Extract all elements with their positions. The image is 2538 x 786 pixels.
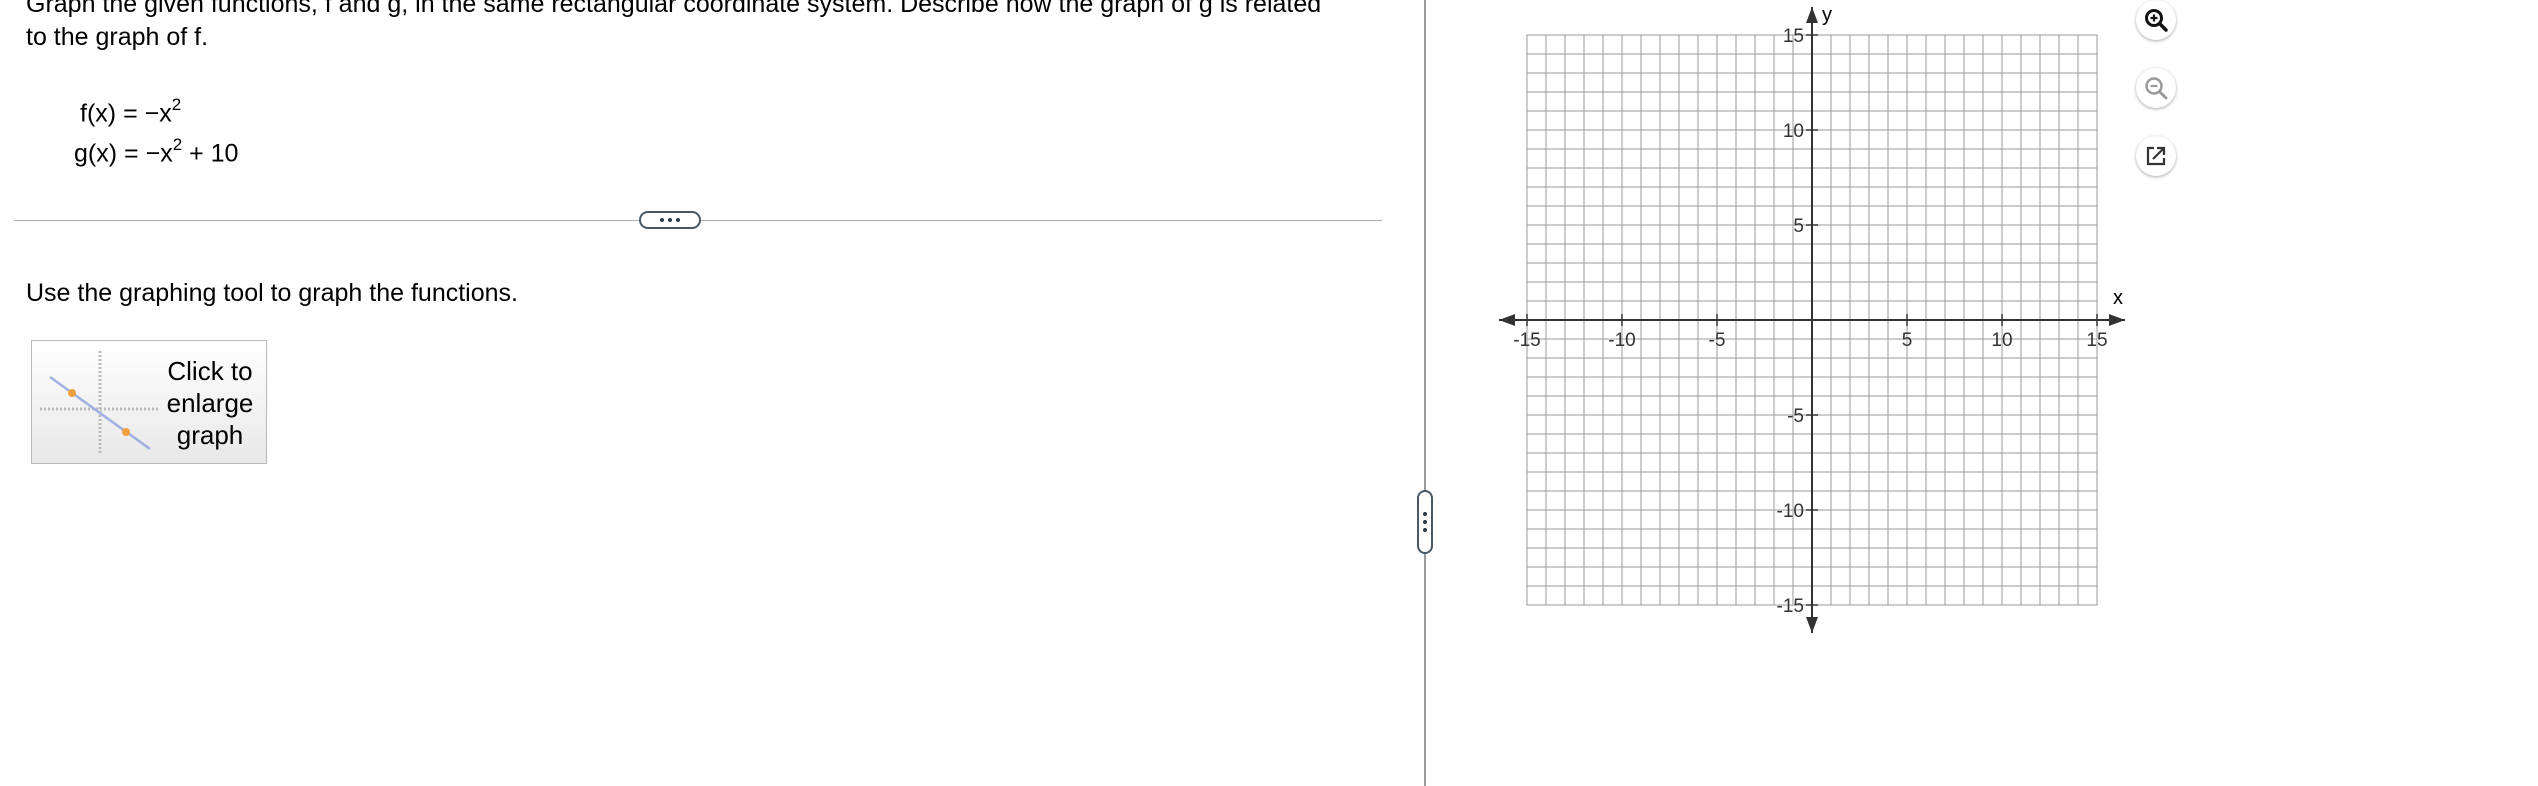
x-tick-label: 10: [1991, 330, 2012, 351]
function-g-var: x: [160, 139, 173, 168]
function-f-exponent: 2: [171, 95, 182, 114]
pane-splitter: [1424, 0, 1426, 786]
function-f-var: x: [159, 99, 172, 128]
function-g-exponent: 2: [172, 135, 183, 154]
function-f-equals: =: [123, 99, 138, 128]
pane-splitter-handle[interactable]: [1417, 490, 1433, 554]
x-tick-label: 5: [1902, 330, 1913, 351]
function-g-tail: + 10: [182, 139, 239, 168]
function-g-lhs: g(x): [74, 139, 118, 168]
ellipsis-dot-icon: [676, 218, 680, 222]
y-tick-label: -10: [1777, 501, 1804, 522]
zoom-in-button[interactable]: [2136, 0, 2176, 40]
graph-axes: [1499, 7, 2125, 633]
x-tick-label: -10: [1608, 330, 1635, 351]
y-tick-label: -15: [1777, 596, 1804, 617]
instruction-text: Use the graphing tool to graph the funct…: [26, 279, 518, 307]
enlarge-graph-label: Click to enlarge graph: [166, 356, 254, 450]
question-pane: Graph the given functions, f and g, in t…: [0, 0, 1424, 786]
x-tick-label: -5: [1709, 330, 1726, 351]
arrow-right-icon: [2109, 314, 2125, 326]
problem-statement: Graph the given functions, f and g, in t…: [26, 0, 1322, 51]
y-tick-label: -5: [1787, 406, 1804, 427]
ellipsis-dot-icon: [1423, 520, 1427, 524]
x-tick-label: 15: [2086, 330, 2107, 351]
function-f-lhs: f(x): [80, 99, 117, 128]
zoom-out-icon: [2145, 77, 2168, 100]
zoom-out-button[interactable]: [2136, 68, 2176, 108]
y-tick-label: 10: [1783, 121, 1804, 142]
zoom-in-icon: [2145, 9, 2168, 32]
popout-graph-button[interactable]: [2136, 136, 2176, 176]
function-f: f(x) = −x2: [80, 92, 181, 128]
function-g-equals: =: [124, 139, 139, 168]
y-tick-label: 5: [1793, 216, 1804, 237]
expand-divider-handle[interactable]: [639, 211, 701, 229]
arrow-up-icon: [1806, 7, 1818, 23]
graph-tick-labels: -15 -10 -5 5 10 15 15 10 5 -5 -10 -15: [1513, 26, 2107, 617]
ellipsis-dot-icon: [1423, 528, 1427, 532]
ellipsis-dot-icon: [660, 218, 664, 222]
ellipsis-dot-icon: [1423, 512, 1427, 516]
function-g: g(x) = −x2 + 10: [74, 132, 238, 168]
external-link-icon: [2146, 146, 2166, 166]
function-g-minus: −: [145, 139, 161, 168]
y-tick-label: 15: [1783, 26, 1804, 47]
arrow-left-icon: [1499, 314, 1515, 326]
x-tick-label: -15: [1513, 330, 1540, 351]
function-f-minus: −: [144, 99, 160, 128]
enlarge-graph-button[interactable]: Click to enlarge graph: [31, 340, 267, 464]
arrow-down-icon: [1806, 617, 1818, 633]
ellipsis-dot-icon: [668, 218, 672, 222]
x-axis-label: x: [2113, 287, 2123, 309]
coordinate-graph[interactable]: -15 -10 -5 5 10 15 15 10 5 -5 -10 -15 x y: [1470, 0, 2150, 660]
y-axis-label: y: [1822, 4, 1832, 26]
